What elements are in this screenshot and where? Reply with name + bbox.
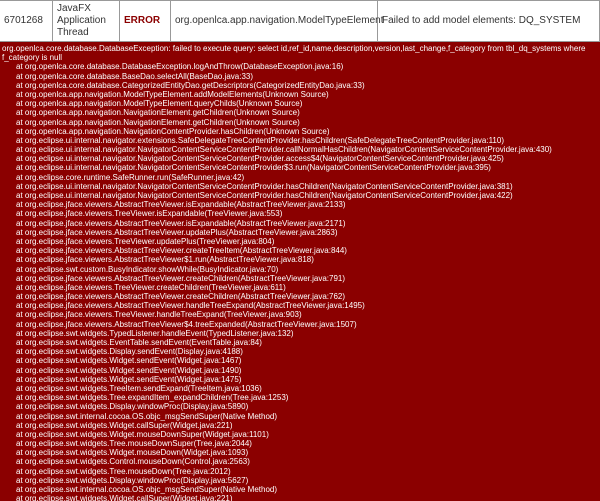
stack-trace-line: at org.openlca.core.database.DatabaseExc… <box>2 62 598 71</box>
stack-trace-line: at org.eclipse.jface.viewers.AbstractTre… <box>2 246 598 255</box>
stack-trace-line: at org.eclipse.swt.widgets.Widget.callSu… <box>2 421 598 430</box>
log-id-cell: 6701268 <box>0 1 53 41</box>
stack-trace-line: at org.openlca.core.database.Categorized… <box>2 81 598 90</box>
stack-trace-line: at org.eclipse.swt.widgets.Control.mouse… <box>2 457 598 466</box>
stack-trace-line: at org.openlca.app.navigation.Navigation… <box>2 118 598 127</box>
stack-trace-line: at org.eclipse.swt.widgets.TreeItem.send… <box>2 384 598 393</box>
stack-trace-line: at org.eclipse.jface.viewers.TreeViewer.… <box>2 310 598 319</box>
stack-trace-line: at org.eclipse.swt.widgets.Widget.mouseD… <box>2 448 598 457</box>
log-thread: JavaFX Application Thread <box>57 3 115 39</box>
stack-trace-line: at org.eclipse.ui.internal.navigator.ext… <box>2 136 598 145</box>
stack-trace-line: at org.eclipse.swt.widgets.Widget.callSu… <box>2 494 598 501</box>
stack-trace-exception: org.openlca.core.database.DatabaseExcept… <box>2 44 598 62</box>
log-level-cell: ERROR <box>120 1 171 41</box>
log-logger-cell: org.openlca.app.navigation.ModelTypeElem… <box>171 1 378 41</box>
stack-trace-line: at org.openlca.app.navigation.ModelTypeE… <box>2 90 598 99</box>
stack-trace-line: at org.eclipse.ui.internal.navigator.Nav… <box>2 154 598 163</box>
stack-trace-line: at org.eclipse.jface.viewers.TreeViewer.… <box>2 237 598 246</box>
stack-trace-line: at org.eclipse.swt.widgets.Display.sendE… <box>2 347 598 356</box>
log-message-cell: Failed to add model elements: DQ_SYSTEM <box>378 1 600 41</box>
stack-trace-line: at org.eclipse.swt.widgets.Widget.mouseD… <box>2 430 598 439</box>
stack-trace-panel[interactable]: org.openlca.core.database.DatabaseExcept… <box>0 42 600 501</box>
stack-trace-line: at org.eclipse.jface.viewers.AbstractTre… <box>2 292 598 301</box>
log-id: 6701268 <box>4 15 43 27</box>
stack-trace-line: at org.eclipse.swt.widgets.EventTable.se… <box>2 338 598 347</box>
stack-trace-line: at org.eclipse.jface.viewers.AbstractTre… <box>2 301 598 310</box>
stack-trace-line: at org.eclipse.swt.widgets.TypedListener… <box>2 329 598 338</box>
stack-trace-line: at org.openlca.app.navigation.Navigation… <box>2 108 598 117</box>
stack-trace-line: at org.eclipse.jface.viewers.AbstractTre… <box>2 274 598 283</box>
stack-trace-line: at org.eclipse.core.runtime.SafeRunner.r… <box>2 173 598 182</box>
stack-trace-line: at org.eclipse.ui.internal.navigator.Nav… <box>2 163 598 172</box>
log-header-row: 6701268 JavaFX Application Thread ERROR … <box>0 0 600 42</box>
stack-trace-line: at org.eclipse.jface.viewers.TreeViewer.… <box>2 209 598 218</box>
stack-trace-line: at org.eclipse.jface.viewers.AbstractTre… <box>2 200 598 209</box>
log-logger: org.openlca.app.navigation.ModelTypeElem… <box>175 15 383 27</box>
stack-trace-line: at org.eclipse.jface.viewers.TreeViewer.… <box>2 283 598 292</box>
log-message: Failed to add model elements: DQ_SYSTEM <box>382 15 580 27</box>
stack-trace-line: at org.eclipse.ui.internal.navigator.Nav… <box>2 182 598 191</box>
stack-trace-line: at org.eclipse.jface.viewers.AbstractTre… <box>2 219 598 228</box>
stack-trace-line: at org.openlca.app.navigation.ModelTypeE… <box>2 99 598 108</box>
log-level: ERROR <box>124 15 160 27</box>
stack-trace-line: at org.eclipse.swt.widgets.Tree.expandIt… <box>2 393 598 402</box>
stack-trace-line: at org.eclipse.ui.internal.navigator.Nav… <box>2 145 598 154</box>
stack-trace-line: at org.eclipse.swt.widgets.Widget.sendEv… <box>2 356 598 365</box>
stack-trace-line: at org.eclipse.jface.viewers.AbstractTre… <box>2 320 598 329</box>
stack-trace-line: at org.eclipse.swt.widgets.Tree.mouseDow… <box>2 439 598 448</box>
stack-trace-line: at org.eclipse.swt.internal.cocoa.OS.obj… <box>2 485 598 494</box>
stack-trace-line: at org.eclipse.swt.internal.cocoa.OS.obj… <box>2 412 598 421</box>
stack-trace-line: at org.eclipse.swt.widgets.Display.windo… <box>2 402 598 411</box>
stack-trace-line: at org.openlca.app.navigation.Navigation… <box>2 127 598 136</box>
log-thread-cell: JavaFX Application Thread <box>53 1 120 41</box>
stack-trace-line: at org.eclipse.jface.viewers.AbstractTre… <box>2 255 598 264</box>
stack-trace-line: at org.eclipse.jface.viewers.AbstractTre… <box>2 228 598 237</box>
stack-trace-line: at org.eclipse.swt.widgets.Display.windo… <box>2 476 598 485</box>
stack-trace-line: at org.eclipse.swt.widgets.Widget.sendEv… <box>2 375 598 384</box>
stack-trace-line: at org.eclipse.swt.widgets.Tree.mouseDow… <box>2 467 598 476</box>
stack-trace-line: at org.eclipse.swt.widgets.Widget.sendEv… <box>2 366 598 375</box>
stack-trace-line: at org.openlca.core.database.BaseDao.sel… <box>2 72 598 81</box>
stack-trace-line: at org.eclipse.ui.internal.navigator.Nav… <box>2 191 598 200</box>
stack-trace-line: at org.eclipse.swt.custom.BusyIndicator.… <box>2 265 598 274</box>
